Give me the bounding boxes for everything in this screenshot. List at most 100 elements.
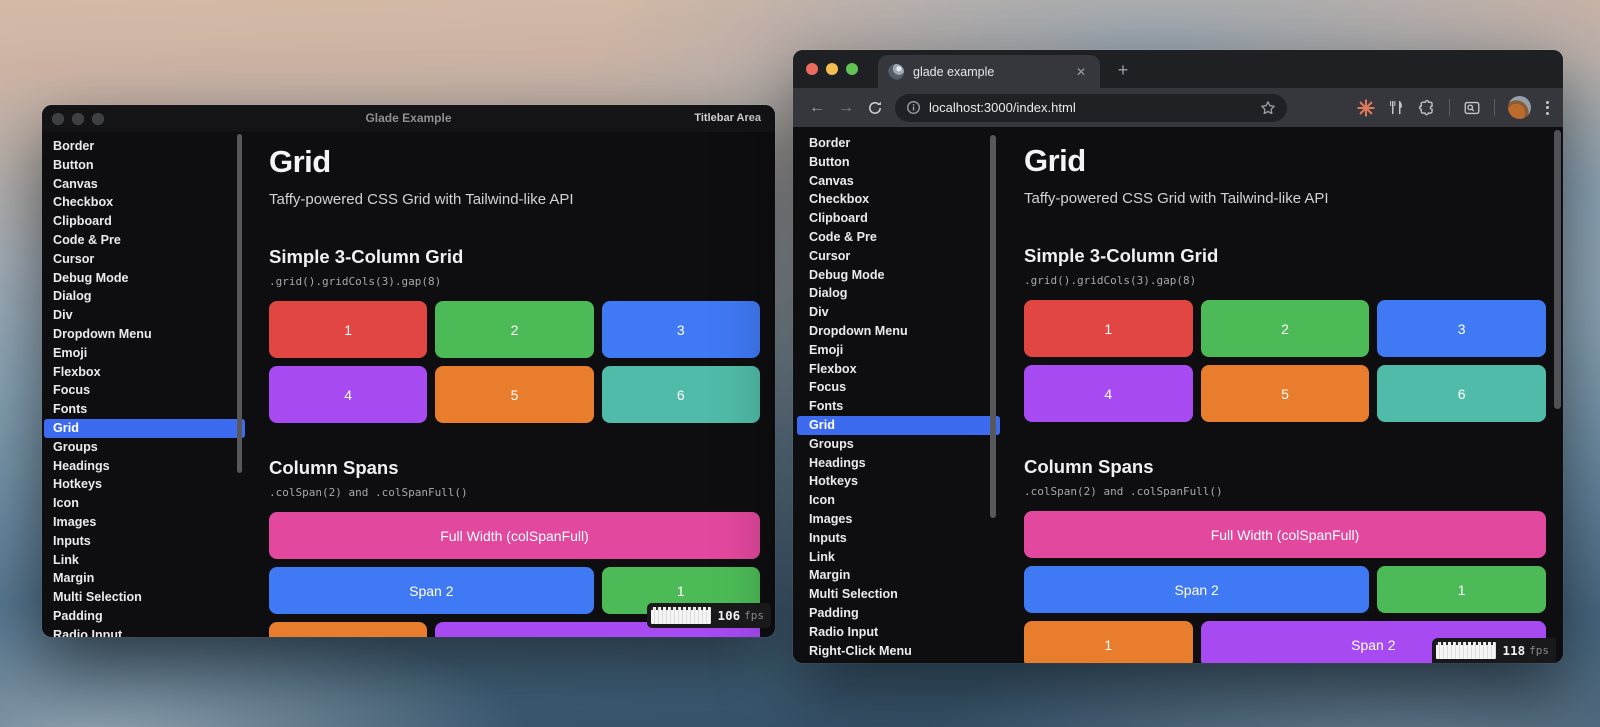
fps-histogram bbox=[650, 607, 711, 624]
zoom-window-button[interactable] bbox=[846, 63, 858, 75]
sidebar-item[interactable]: Dialog bbox=[44, 287, 245, 306]
sidebar-item-label: Dropdown Menu bbox=[809, 323, 908, 338]
sidebar-item[interactable]: Dropdown Menu bbox=[44, 325, 245, 344]
bookmark-star-icon[interactable] bbox=[1260, 100, 1276, 116]
app-titlebar[interactable]: Glade Example Titlebar Area bbox=[42, 105, 775, 132]
sidebar-item[interactable]: Focus bbox=[44, 381, 245, 400]
sidebar-item[interactable]: Dialog bbox=[797, 284, 1000, 303]
sidebar-item[interactable]: Cursor bbox=[44, 250, 245, 269]
sidebar-item-label: Hotkeys bbox=[809, 474, 858, 489]
sidebar-item[interactable]: Code & Pre bbox=[797, 228, 1000, 247]
sidebar-item[interactable]: Border bbox=[44, 137, 245, 156]
sidebar-item[interactable]: Flexbox bbox=[44, 363, 245, 382]
grid-demo-cell: 1 bbox=[1024, 300, 1193, 357]
sidebar-item[interactable]: Cursor bbox=[797, 247, 1000, 266]
sidebar-item[interactable]: Flexbox bbox=[797, 360, 1000, 379]
sidebar-item[interactable]: Padding bbox=[44, 607, 245, 626]
sidebar-item[interactable]: Checkbox bbox=[44, 193, 245, 212]
close-window-button[interactable] bbox=[806, 63, 818, 75]
sidebar-item[interactable]: Focus bbox=[797, 378, 1000, 397]
back-icon[interactable]: ← bbox=[805, 96, 829, 120]
sidebar-item[interactable]: Right-Click Menu bbox=[797, 642, 1000, 661]
utensils-extension-icon[interactable] bbox=[1388, 99, 1405, 116]
sidebar-item[interactable]: Groups bbox=[797, 435, 1000, 454]
sidebar-item-label: Groups bbox=[809, 436, 854, 451]
menu-dots-icon[interactable] bbox=[1544, 99, 1551, 117]
sidebar-item[interactable]: Button bbox=[797, 153, 1000, 172]
sidebar-item[interactable]: Inputs bbox=[797, 529, 1000, 548]
sidebar-item[interactable]: Debug Mode bbox=[797, 266, 1000, 285]
tab-strip[interactable]: glade example ✕ + bbox=[793, 50, 1563, 88]
side-panel-search-icon[interactable] bbox=[1463, 99, 1481, 117]
sidebar-item[interactable]: Hotkeys bbox=[44, 475, 245, 494]
sidebar-item[interactable]: Inputs bbox=[44, 532, 245, 551]
new-tab-button[interactable]: + bbox=[1111, 59, 1135, 83]
browser-window: glade example ✕ + ← → localhost:3000/ind… bbox=[793, 50, 1563, 663]
sidebar-item[interactable]: Checkbox bbox=[797, 190, 1000, 209]
sidebar-item[interactable]: Fonts bbox=[797, 397, 1000, 416]
sidebar-item[interactable]: Margin bbox=[797, 566, 1000, 585]
sidebar-item[interactable]: Clipboard bbox=[797, 209, 1000, 228]
sidebar-item[interactable]: Icon bbox=[797, 491, 1000, 510]
sidebar-item[interactable]: Hotkeys bbox=[797, 472, 1000, 491]
sidebar-item-label: Padding bbox=[809, 605, 859, 620]
page-scrollbar-thumb[interactable] bbox=[1554, 130, 1561, 409]
glade-app-window: Glade Example Titlebar Area Border Butto… bbox=[42, 105, 775, 637]
reload-icon[interactable] bbox=[863, 96, 887, 120]
grid-demo-cell: Span 2 bbox=[269, 567, 594, 614]
sidebar-item[interactable]: Fonts bbox=[44, 400, 245, 419]
sidebar-item[interactable]: Padding bbox=[797, 604, 1000, 623]
sidebar-item[interactable]: Canvas bbox=[44, 175, 245, 194]
grid-cell-label: Full Width (colSpanFull) bbox=[440, 527, 589, 544]
sidebar-item[interactable]: Dropdown Menu bbox=[797, 322, 1000, 341]
sidebar-item[interactable]: Margin bbox=[44, 569, 245, 588]
minimize-window-button[interactable] bbox=[826, 63, 838, 75]
starburst-extension-icon[interactable] bbox=[1357, 98, 1375, 117]
browser-tab[interactable]: glade example ✕ bbox=[878, 55, 1100, 88]
sidebar-item[interactable]: Emoji bbox=[797, 341, 1000, 360]
close-tab-icon[interactable]: ✕ bbox=[1072, 63, 1090, 81]
sidebar-item[interactable]: Radio Input bbox=[797, 623, 1000, 642]
sidebar-item-label: Focus bbox=[809, 380, 847, 395]
sidebar-item[interactable]: Border bbox=[797, 134, 1000, 153]
sidebar-scrollbar-thumb[interactable] bbox=[990, 135, 996, 518]
sidebar-item-label: Headings bbox=[53, 458, 110, 473]
sidebar-item[interactable]: Multi Selection bbox=[44, 588, 245, 607]
sidebar-item[interactable]: Icon bbox=[44, 494, 245, 513]
sidebar-item-label: Groups bbox=[53, 439, 98, 454]
grid-demo-cell: 5 bbox=[435, 366, 594, 423]
forward-icon[interactable]: → bbox=[834, 96, 858, 120]
site-info-icon[interactable] bbox=[906, 100, 921, 115]
sidebar-item[interactable]: Groups bbox=[44, 438, 245, 457]
sidebar-item[interactable]: Button bbox=[44, 156, 245, 175]
sidebar-item[interactable]: Headings bbox=[797, 454, 1000, 473]
sidebar-item[interactable]: Grid bbox=[797, 415, 1000, 435]
address-bar[interactable]: localhost:3000/index.html bbox=[895, 93, 1287, 122]
sidebar-item-label: Fonts bbox=[53, 402, 88, 417]
sidebar-item[interactable]: Code & Pre bbox=[44, 231, 245, 250]
browser-sidebar-list: Border Button Canvas Checkbox Clipboard … bbox=[793, 134, 1000, 660]
sidebar-item[interactable]: Canvas bbox=[797, 172, 1000, 191]
sidebar-item[interactable]: Multi Selection bbox=[797, 585, 1000, 604]
sidebar-item[interactable]: Debug Mode bbox=[44, 269, 245, 288]
sidebar-item[interactable]: Emoji bbox=[44, 344, 245, 363]
grid-demo-cell: Full Width (colSpanFull) bbox=[1024, 511, 1546, 558]
profile-avatar[interactable] bbox=[1508, 96, 1531, 119]
extensions-puzzle-icon[interactable] bbox=[1418, 99, 1436, 117]
sidebar-item[interactable]: Link bbox=[44, 551, 245, 570]
sidebar-item[interactable]: Div bbox=[797, 303, 1000, 322]
grid-cell-label: 3 bbox=[1457, 320, 1466, 337]
sidebar-item[interactable]: Clipboard bbox=[44, 212, 245, 231]
sidebar-item[interactable]: Images bbox=[797, 510, 1000, 529]
sidebar-scrollbar-thumb[interactable] bbox=[237, 134, 242, 473]
toolbar-separator bbox=[1494, 99, 1495, 116]
sidebar-item[interactable]: Radio Input bbox=[44, 626, 245, 637]
sidebar-item-label: Button bbox=[809, 154, 850, 169]
sidebar-item[interactable]: Grid bbox=[44, 418, 245, 438]
column-spans-code: .colSpan(2) and .colSpanFull() bbox=[269, 486, 468, 499]
sidebar-item[interactable]: Div bbox=[44, 306, 245, 325]
fps-value: 118 bbox=[1502, 643, 1526, 658]
sidebar-item[interactable]: Headings bbox=[44, 457, 245, 476]
sidebar-item[interactable]: Images bbox=[44, 513, 245, 532]
sidebar-item[interactable]: Link bbox=[797, 548, 1000, 567]
